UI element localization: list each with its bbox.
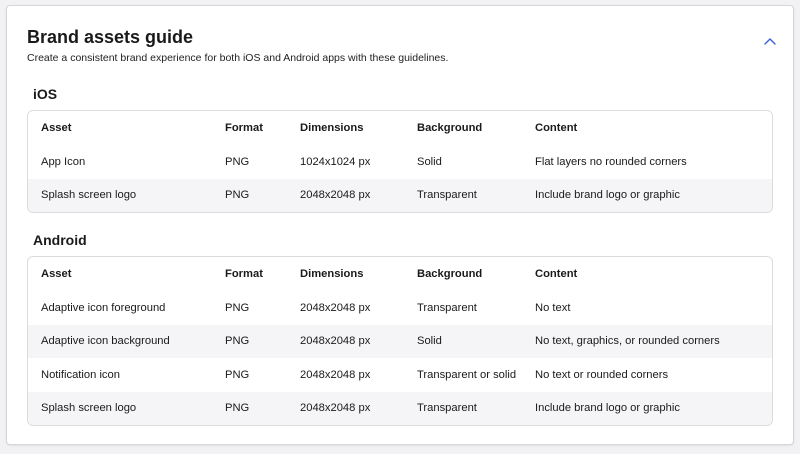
table-cell: Notification icon bbox=[41, 368, 120, 381]
card-header: Brand assets guide Create a consistent b… bbox=[27, 26, 773, 64]
column-header: Content bbox=[535, 122, 578, 134]
table-cell: Transparent bbox=[417, 402, 477, 415]
table-cell: Flat layers no rounded corners bbox=[535, 155, 687, 168]
table-cell: Transparent bbox=[417, 189, 477, 202]
page-subtitle: Create a consistent brand experience for… bbox=[27, 52, 449, 64]
table-header-row: Asset Format Dimensions Background Content bbox=[28, 111, 772, 145]
table-cell: 2048x2048 px bbox=[300, 368, 371, 381]
table-cell: Splash screen logo bbox=[41, 189, 137, 202]
ios-table: Asset Format Dimensions Background Content Ap… bbox=[27, 110, 773, 213]
column-header: Background bbox=[417, 122, 483, 134]
column-header: Asset bbox=[41, 122, 72, 134]
table-cell: 2048x2048 px bbox=[300, 189, 371, 202]
table-cell: Include brand logo or graphic bbox=[535, 402, 680, 415]
android-table: Asset Format Dimensions Background Content Ad… bbox=[27, 256, 773, 426]
section-title-android: Android bbox=[33, 232, 87, 248]
column-header: Format bbox=[225, 122, 263, 134]
column-header: Background bbox=[417, 268, 483, 280]
table-cell: 2048x2048 px bbox=[300, 402, 371, 415]
column-header: Asset bbox=[41, 268, 72, 280]
column-header: Dimensions bbox=[300, 268, 364, 280]
table-row: Splash screen logo PNG 2048x2048 px Transpa… bbox=[28, 391, 772, 425]
table-cell: Splash screen logo bbox=[41, 402, 137, 415]
table-cell: No text or rounded corners bbox=[535, 368, 669, 381]
table-cell: PNG bbox=[225, 189, 250, 202]
table-cell: PNG bbox=[225, 335, 250, 348]
table-cell: PNG bbox=[225, 368, 250, 381]
table-row: Adaptive icon foreground PNG 2048x2048 px T… bbox=[28, 291, 772, 325]
collapse-button[interactable] bbox=[761, 33, 779, 51]
table-cell: 1024x1024 px bbox=[300, 155, 371, 168]
table-row: Adaptive icon background PNG 2048x2048 px S… bbox=[28, 324, 772, 358]
table-cell: Solid bbox=[417, 335, 442, 348]
column-header: Dimensions bbox=[300, 122, 364, 134]
column-header: Content bbox=[535, 268, 578, 280]
table-cell: Transparent or solid bbox=[417, 368, 517, 381]
table-cell: PNG bbox=[225, 155, 250, 168]
table-cell: Solid bbox=[417, 155, 442, 168]
table-cell: No text, graphics, or rounded corners bbox=[535, 335, 720, 348]
table-cell: PNG bbox=[225, 301, 250, 314]
table-row: Splash screen logo PNG 2048x2048 px Transpa… bbox=[28, 178, 772, 212]
table-row: App Icon PNG 1024x1024 px Solid Flat layers … bbox=[28, 145, 772, 179]
brand-assets-card: Brand assets guide Create a consistent b… bbox=[6, 5, 794, 445]
column-header: Format bbox=[225, 268, 263, 280]
table-cell: PNG bbox=[225, 402, 250, 415]
page-title: Brand assets guide bbox=[27, 27, 194, 47]
table-cell: Include brand logo or graphic bbox=[535, 189, 680, 202]
table-cell: Adaptive icon background bbox=[41, 335, 170, 348]
table-cell: No text bbox=[535, 301, 571, 314]
table-cell: 2048x2048 px bbox=[300, 301, 371, 314]
table-row: Notification icon PNG 2048x2048 px Transpar… bbox=[28, 358, 772, 392]
section-title-ios: iOS bbox=[33, 86, 58, 102]
table-cell: Adaptive icon foreground bbox=[41, 301, 166, 314]
chevron-up-icon bbox=[764, 38, 776, 45]
table-cell: App Icon bbox=[41, 155, 86, 168]
table-cell: Transparent bbox=[417, 301, 477, 314]
table-cell: 2048x2048 px bbox=[300, 335, 371, 348]
table-header-row: Asset Format Dimensions Background Content bbox=[28, 257, 772, 291]
